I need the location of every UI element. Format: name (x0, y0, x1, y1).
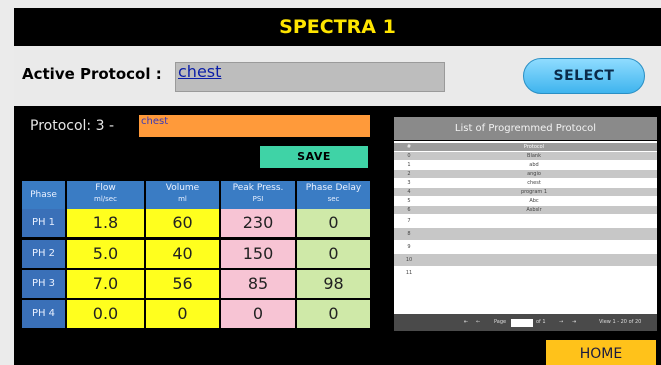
pager-view-label: View 1 - 20 of 20 (599, 319, 642, 325)
pressure-field-2[interactable]: 150 (221, 240, 295, 268)
list-item-num: 8 (407, 231, 411, 237)
volume-field-3[interactable]: 56 (146, 270, 219, 298)
list-pager: ⇤ ← Page of 1 → ⇥ View 1 - 20 of 20 (394, 314, 657, 331)
delay-field-4[interactable]: 0 (297, 300, 370, 328)
list-item-num: 11 (405, 270, 413, 276)
volume-field-1[interactable]: 60 (146, 209, 219, 237)
pressure-field-1[interactable]: 230 (221, 209, 295, 237)
header-label: Flow (95, 183, 116, 193)
active-protocol-label: Active Protocol : (22, 65, 162, 83)
header-label: Phase Delay (305, 183, 362, 193)
list-item[interactable]: 6 Asbslr (394, 206, 657, 214)
column-header-volume: Volume ml (146, 181, 219, 209)
list-item-num: 4 (407, 189, 411, 195)
protocol-list-title: List of Progremmed Protocol (394, 117, 657, 140)
protocol-list: # Protocol 0 Blank 1 abd 2 angio 3 chest… (394, 141, 657, 331)
column-header-phase: Phase (22, 181, 65, 209)
app-title: SPECTRA 1 (14, 8, 661, 46)
list-item[interactable]: 9 (394, 241, 657, 253)
header-label: Peak Press. (232, 183, 284, 193)
list-item-name: Abc (529, 198, 539, 204)
protocol-name-field[interactable]: chest (139, 115, 370, 137)
list-header-num: # (406, 144, 412, 150)
list-item-name: program 1 (520, 189, 548, 195)
pressure-field-4[interactable]: 0 (221, 300, 295, 328)
list-item-name: chest (527, 180, 541, 186)
phase-label-4: PH 4 (22, 300, 65, 328)
list-header: # Protocol (394, 143, 657, 151)
list-item-num: 3 (407, 180, 411, 186)
flow-field-3[interactable]: 7.0 (67, 270, 144, 298)
list-item[interactable]: 4 program 1 (394, 188, 657, 196)
column-header-flow: Flow ml/sec (67, 181, 144, 209)
pager-of-label: of 1 (536, 319, 546, 325)
header-label: Volume (165, 183, 200, 193)
protocol-label: Protocol: 3 - (30, 118, 114, 134)
column-header-phase-delay: Phase Delay sec (297, 181, 370, 209)
list-item-name: abd (529, 162, 539, 168)
list-item-num: 9 (407, 244, 411, 250)
list-item[interactable]: 10 (394, 254, 657, 266)
list-item[interactable]: 3 chest (394, 179, 657, 187)
pager-last-icon[interactable]: ⇥ (572, 314, 576, 331)
list-item[interactable]: 5 Abc (394, 197, 657, 205)
list-item-name: Asbslr (526, 207, 542, 213)
list-item-num: 0 (407, 153, 411, 159)
list-item-num: 10 (405, 257, 413, 263)
flow-field-4[interactable]: 0.0 (67, 300, 144, 328)
list-item-num: 5 (407, 198, 411, 204)
flow-field-2[interactable]: 5.0 (67, 240, 144, 268)
list-item-num: 1 (407, 162, 411, 168)
header-unit: sec (327, 195, 340, 203)
pager-prev-icon[interactable]: ← (476, 314, 480, 331)
pager-next-icon[interactable]: → (559, 314, 563, 331)
save-button[interactable]: SAVE (260, 146, 368, 168)
volume-field-2[interactable]: 40 (146, 240, 219, 268)
pressure-field-3[interactable]: 85 (221, 270, 295, 298)
select-button[interactable]: SELECT (523, 58, 645, 94)
pager-page-input[interactable] (511, 319, 533, 327)
phase-label-3: PH 3 (22, 270, 65, 298)
phase-label-1: PH 1 (22, 209, 65, 237)
list-item[interactable]: 0 Blank (394, 152, 657, 160)
list-item[interactable]: 7 (394, 215, 657, 227)
delay-field-2[interactable]: 0 (297, 240, 370, 268)
pager-page-label: Page (494, 319, 507, 325)
list-item[interactable]: 11 (394, 267, 657, 279)
list-item-name: angio (527, 171, 541, 177)
column-header-peak-pressure: Peak Press. PSI (221, 181, 295, 209)
list-item-num: 6 (407, 207, 411, 213)
header-unit: PSI (252, 195, 264, 203)
list-item[interactable]: 8 (394, 228, 657, 240)
header-unit: ml/sec (94, 195, 117, 203)
header-unit: ml (178, 195, 187, 203)
active-protocol-field[interactable]: chest (175, 62, 445, 92)
list-item[interactable]: 1 abd (394, 161, 657, 169)
delay-field-3[interactable]: 98 (297, 270, 370, 298)
home-button[interactable]: HOME (546, 340, 656, 365)
phase-label-2: PH 2 (22, 240, 65, 268)
list-item-num: 7 (407, 218, 411, 224)
list-item-num: 2 (407, 171, 411, 177)
list-header-protocol: Protocol (523, 144, 545, 150)
list-item-name: Blank (527, 153, 541, 159)
volume-field-4[interactable]: 0 (146, 300, 219, 328)
flow-field-1[interactable]: 1.8 (67, 209, 144, 237)
pager-first-icon[interactable]: ⇤ (464, 314, 468, 331)
delay-field-1[interactable]: 0 (297, 209, 370, 237)
list-item[interactable]: 2 angio (394, 170, 657, 178)
header-label: Phase (30, 190, 57, 200)
